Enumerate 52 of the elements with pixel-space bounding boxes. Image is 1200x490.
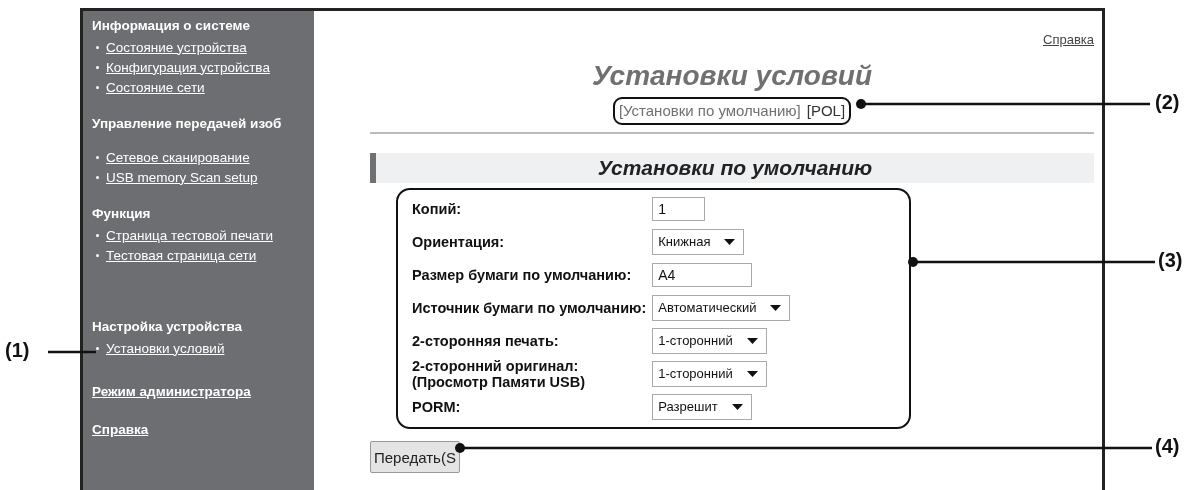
field-label: Размер бумаги по умолчанию: <box>412 266 633 283</box>
dropdown[interactable]: 1-сторонний <box>652 360 767 387</box>
sidebar-link[interactable]: Режим администратора <box>92 383 251 401</box>
callout-number: (1) <box>5 338 30 362</box>
page-title: Установки условий <box>591 59 873 93</box>
caret-icon <box>770 304 782 311</box>
leader-line <box>48 350 96 354</box>
sidebar-heading: Функция <box>92 205 151 223</box>
sidebar-link[interactable]: Установки условий <box>106 340 225 356</box>
dropdown[interactable]: 1-сторонний <box>652 327 767 354</box>
bullet-icon <box>96 175 99 179</box>
bullet-icon <box>96 155 99 159</box>
sidebar-link[interactable]: Сетевое сканирование <box>106 149 250 165</box>
sidebar-link[interactable]: Конфигурация устройства <box>106 59 270 75</box>
section-title: Установки по умолчанию <box>597 156 873 180</box>
bullet-icon <box>96 65 99 69</box>
caret-icon <box>724 238 736 245</box>
submit-button[interactable]: Передать(S <box>370 441 460 473</box>
bullet-icon <box>96 45 99 49</box>
input-field[interactable]: 1 <box>652 196 706 221</box>
field-label: Копий: <box>412 200 463 217</box>
dropdown[interactable]: Книжная <box>652 228 745 255</box>
subtitle: [Установки по умолчанию] <box>618 101 801 121</box>
sidebar-link[interactable]: Состояние устройства <box>106 39 247 55</box>
bullet-icon <box>96 85 99 89</box>
dropdown[interactable]: Автоматический <box>652 294 791 321</box>
callout-number: (3) <box>1158 248 1183 272</box>
caret-icon <box>746 337 758 344</box>
bullet-icon <box>96 233 99 237</box>
callout-number: (4) <box>1155 434 1180 458</box>
sidebar-link[interactable]: USB memory Scan setup <box>106 169 258 185</box>
field-label: 2-сторонняя печать: <box>412 332 560 349</box>
bullet-icon <box>96 253 99 257</box>
field-label: Источник бумаги по умолчанию: <box>412 299 647 316</box>
caret-icon <box>731 403 743 410</box>
sidebar-link[interactable]: Страница тестовой печати <box>106 227 273 243</box>
help-link[interactable]: Справка <box>1043 32 1094 50</box>
sidebar-link[interactable]: Состояние сети <box>106 79 205 95</box>
field-label: PORM: <box>412 398 462 415</box>
callout-number: (2) <box>1155 90 1180 114</box>
input-field[interactable]: A4 <box>652 262 753 287</box>
dropdown[interactable]: Разрешит <box>652 393 752 420</box>
caret-icon <box>746 370 758 377</box>
field-label: 2-сторонний оригинал: (Просмотр Памяти USB) <box>412 357 587 390</box>
sidebar-heading: Информация о системе <box>92 17 251 35</box>
sidebar-heading: Настройка устройства <box>92 318 243 336</box>
sidebar-link[interactable]: Тестовая страница сети <box>106 247 257 263</box>
subtitle-tag: [POL] <box>806 101 846 121</box>
sidebar-link[interactable]: Справка <box>92 421 149 439</box>
sidebar-heading: Управление передачей изоб <box>92 115 282 133</box>
field-label: Ориентация: <box>412 233 506 250</box>
bullet-icon <box>96 346 99 350</box>
